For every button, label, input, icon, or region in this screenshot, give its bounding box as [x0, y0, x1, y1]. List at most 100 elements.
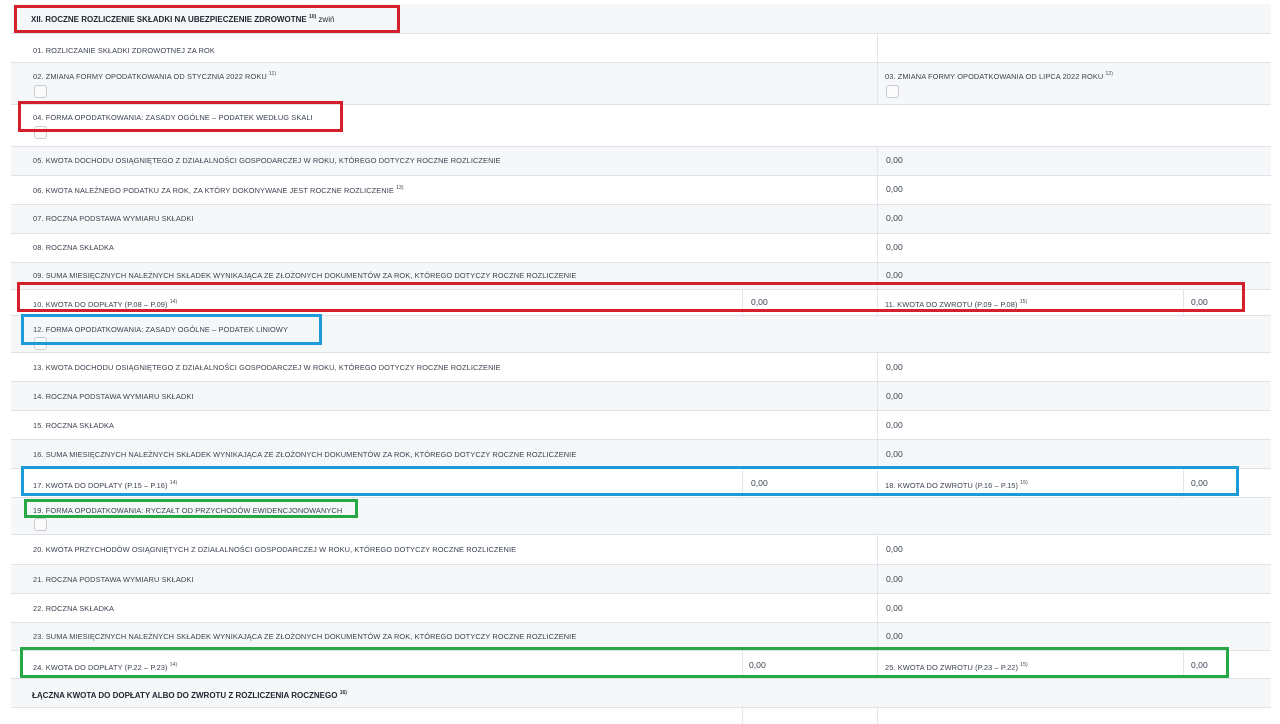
- field-label-10: 10. KWOTA DO DOPŁATY (P.08 – P.09) 14): [33, 299, 177, 309]
- value-field-09[interactable]: 0,00: [886, 270, 903, 280]
- checkbox-03[interactable]: [886, 85, 899, 98]
- field-row-24-25: 24. KWOTA DO DOPŁATY (P.22 – P.23) 14) 0…: [11, 650, 1271, 678]
- section-title: XII. ROCZNE ROZLICZENIE SKŁADKI NA UBEZP…: [31, 14, 334, 24]
- footnote-ref: 15): [1019, 299, 1028, 305]
- section-header: XII. ROCZNE ROZLICZENIE SKŁADKI NA UBEZP…: [11, 4, 1271, 33]
- value-field-22[interactable]: 0,00: [886, 603, 903, 613]
- field-row-15: 15. ROCZNA SKŁADKA 0,00: [11, 410, 1271, 439]
- field-row-16: 16. SUMA MIESIĘCZNYCH NALEŻNYCH SKŁADEK …: [11, 439, 1271, 468]
- field-label-03-text: 03. ZMIANA FORMY OPODATKOWANIA OD LIPCA …: [885, 72, 1104, 81]
- footnote-ref: 13): [396, 185, 404, 191]
- field-label-11: 11. KWOTA DO ZWROTU (P.09 – P.08) 15): [885, 299, 1027, 309]
- field-label-08: 08. ROCZNA SKŁADKA: [33, 243, 115, 252]
- field-row-17-18: 17. KWOTA DO DOPŁATY (P.15 – P.16) 14) 0…: [11, 468, 1271, 497]
- value-field-23[interactable]: 0,00: [886, 631, 903, 641]
- field-label-07: 07. ROCZNA PODSTAWA WYMIARU SKŁADKI: [33, 214, 194, 223]
- total-row: [11, 707, 1271, 724]
- footnote-ref: 12): [1105, 71, 1114, 77]
- field-label-03: 03. ZMIANA FORMY OPODATKOWANIA OD LIPCA …: [885, 71, 1113, 81]
- field-row-19: 19. FORMA OPODATKOWANIA: RYCZAŁT OD PRZY…: [11, 497, 1271, 534]
- field-label-02-text: 02. ZMIANA FORMY OPODATKOWANIA OD STYCZN…: [33, 72, 267, 81]
- field-label-17-text: 17. KWOTA DO DOPŁATY (P.15 – P.16): [33, 481, 168, 490]
- field-row-13: 13. KWOTA DOCHODU OSIĄGNIĘTEGO Z DZIAŁAL…: [11, 352, 1271, 381]
- field-label-14: 14. ROCZNA PODSTAWA WYMIARU SKŁADKI: [33, 392, 194, 401]
- field-label-06: 06. KWOTA NALEŻNEGO PODATKU ZA ROK, ZA K…: [33, 185, 404, 195]
- field-label-09: 09. SUMA MIESIĘCZNYCH NALEŻNYCH SKŁADEK …: [33, 271, 577, 280]
- value-field-11[interactable]: 0,00: [1191, 297, 1208, 307]
- value-field-24[interactable]: 0,00: [749, 660, 766, 670]
- field-label-18: 18. KWOTA DO ZWROTU (P.16 – P.15) 15): [885, 480, 1028, 490]
- footnote-ref: 14): [169, 299, 178, 305]
- total-title-text: ŁĄCZNA KWOTA DO DOPŁATY ALBO DO ZWROTU Z…: [32, 691, 338, 700]
- value-field-14[interactable]: 0,00: [886, 391, 903, 401]
- field-label-02: 02. ZMIANA FORMY OPODATKOWANIA OD STYCZN…: [33, 71, 276, 81]
- section-title-text: XII. ROCZNE ROZLICZENIE SKŁADKI NA UBEZP…: [31, 15, 307, 24]
- value-field-10[interactable]: 0,00: [751, 297, 768, 307]
- collapse-link[interactable]: zwiń: [318, 15, 334, 24]
- footnote-ref: 16): [339, 690, 347, 696]
- value-field-13[interactable]: 0,00: [886, 362, 903, 372]
- value-field-16[interactable]: 0,00: [886, 449, 903, 459]
- value-field-17[interactable]: 0,00: [751, 478, 768, 488]
- checkbox-12[interactable]: [34, 337, 47, 350]
- field-label-13: 13. KWOTA DOCHODU OSIĄGNIĘTEGO Z DZIAŁAL…: [33, 363, 501, 372]
- value-field-05[interactable]: 0,00: [886, 155, 903, 165]
- field-row-21: 21. ROCZNA PODSTAWA WYMIARU SKŁADKI 0,00: [11, 564, 1271, 593]
- field-row-20: 20. KWOTA PRZYCHODÓW OSIĄGNIĘTYCH Z DZIA…: [11, 534, 1271, 564]
- footnote-ref: 15): [1020, 662, 1028, 668]
- field-row-23: 23. SUMA MIESIĘCZNYCH NALEŻNYCH SKŁADEK …: [11, 622, 1271, 650]
- field-row-22: 22. ROCZNA SKŁADKA 0,00: [11, 593, 1271, 622]
- field-row-10-11: 10. KWOTA DO DOPŁATY (P.08 – P.09) 14) 0…: [11, 289, 1271, 315]
- field-label-01: 01. ROZLICZANIE SKŁADKI ZDROWOTNEJ ZA RO…: [33, 46, 215, 55]
- field-row-09: 09. SUMA MIESIĘCZNYCH NALEŻNYCH SKŁADEK …: [11, 262, 1271, 289]
- value-field-06[interactable]: 0,00: [886, 184, 903, 194]
- field-label-25: 25. KWOTA DO ZWROTU (P.23 – P.22) 15): [885, 662, 1028, 672]
- footnote-ref: 15): [1020, 480, 1028, 486]
- checkbox-04[interactable]: [34, 126, 47, 139]
- checkbox-02[interactable]: [34, 85, 47, 98]
- value-field-21[interactable]: 0,00: [886, 574, 903, 584]
- field-label-06-text: 06. KWOTA NALEŻNEGO PODATKU ZA ROK, ZA K…: [33, 186, 394, 195]
- field-label-16: 16. SUMA MIESIĘCZNYCH NALEŻNYCH SKŁADEK …: [33, 450, 577, 459]
- total-title: ŁĄCZNA KWOTA DO DOPŁATY ALBO DO ZWROTU Z…: [32, 690, 347, 700]
- field-label-17: 17. KWOTA DO DOPŁATY (P.15 – P.16) 14): [33, 480, 177, 490]
- field-label-04: 04. FORMA OPODATKOWANIA: ZASADY OGÓLNE –…: [33, 113, 313, 122]
- field-label-20: 20. KWOTA PRZYCHODÓW OSIĄGNIĘTYCH Z DZIA…: [33, 545, 517, 554]
- footnote-ref: 14): [169, 662, 178, 668]
- value-field-25[interactable]: 0,00: [1191, 660, 1208, 670]
- checkbox-19[interactable]: [34, 518, 47, 531]
- field-label-15: 15. ROCZNA SKŁADKA: [33, 421, 115, 430]
- footnote-ref: 14): [169, 480, 178, 486]
- field-row-02-03: 02. ZMIANA FORMY OPODATKOWANIA OD STYCZN…: [11, 62, 1271, 104]
- field-label-10-text: 10. KWOTA DO DOPŁATY (P.08 – P.09): [33, 300, 168, 309]
- total-header: ŁĄCZNA KWOTA DO DOPŁATY ALBO DO ZWROTU Z…: [11, 678, 1271, 707]
- value-field-20[interactable]: 0,00: [886, 544, 903, 554]
- field-label-11-text: 11. KWOTA DO ZWROTU (P.09 – P.08): [885, 300, 1018, 309]
- field-row-14: 14. ROCZNA PODSTAWA WYMIARU SKŁADKI 0,00: [11, 381, 1271, 410]
- year-input-01[interactable]: [878, 34, 1271, 63]
- footnote-ref: 10): [308, 14, 317, 20]
- field-label-22: 22. ROCZNA SKŁADKA: [33, 604, 115, 613]
- value-field-15[interactable]: 0,00: [886, 420, 903, 430]
- field-label-12: 12. FORMA OPODATKOWANIA: ZASADY OGÓLNE –…: [33, 325, 289, 334]
- field-label-23: 23. SUMA MIESIĘCZNYCH NALEŻNYCH SKŁADEK …: [33, 632, 577, 641]
- field-label-24-text: 24. KWOTA DO DOPŁATY (P.22 – P.23): [33, 663, 168, 672]
- field-row-06: 06. KWOTA NALEŻNEGO PODATKU ZA ROK, ZA K…: [11, 175, 1271, 204]
- field-row-12: 12. FORMA OPODATKOWANIA: ZASADY OGÓLNE –…: [11, 315, 1271, 352]
- field-row-07: 07. ROCZNA PODSTAWA WYMIARU SKŁADKI 0,00: [11, 204, 1271, 233]
- field-label-05: 05. KWOTA DOCHODU OSIĄGNIĘTEGO Z DZIAŁAL…: [33, 156, 501, 165]
- value-field-08[interactable]: 0,00: [886, 242, 903, 252]
- footnote-ref: 11): [268, 71, 277, 77]
- field-label-21: 21. ROCZNA PODSTAWA WYMIARU SKŁADKI: [33, 575, 194, 584]
- field-row-08: 08. ROCZNA SKŁADKA 0,00: [11, 233, 1271, 262]
- field-label-19: 19. FORMA OPODATKOWANIA: RYCZAŁT OD PRZY…: [33, 506, 343, 515]
- field-row-05: 05. KWOTA DOCHODU OSIĄGNIĘTEGO Z DZIAŁAL…: [11, 146, 1271, 175]
- field-label-24: 24. KWOTA DO DOPŁATY (P.22 – P.23) 14): [33, 662, 177, 672]
- field-row-04: 04. FORMA OPODATKOWANIA: ZASADY OGÓLNE –…: [11, 104, 1271, 146]
- field-row-01: 01. ROZLICZANIE SKŁADKI ZDROWOTNEJ ZA RO…: [11, 33, 1271, 62]
- annual-health-contribution-section: XII. ROCZNE ROZLICZENIE SKŁADKI NA UBEZP…: [11, 4, 1271, 724]
- value-field-07[interactable]: 0,00: [886, 213, 903, 223]
- value-field-18[interactable]: 0,00: [1191, 478, 1208, 488]
- field-label-18-text: 18. KWOTA DO ZWROTU (P.16 – P.15): [885, 481, 1019, 490]
- field-label-25-text: 25. KWOTA DO ZWROTU (P.23 – P.22): [885, 663, 1019, 672]
